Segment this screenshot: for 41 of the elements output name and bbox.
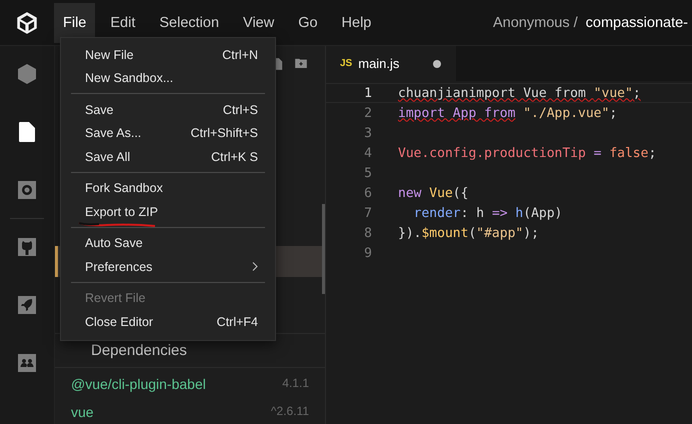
menu-option[interactable]: New File Ctrl+N bbox=[61, 43, 275, 66]
line-number: 3 bbox=[363, 126, 373, 140]
dependency-version: ^2.6.11 bbox=[270, 404, 309, 420]
menu-option[interactable]: Fork Sandbox bbox=[61, 176, 275, 200]
menu-option[interactable]: Close Editor Ctrl+F4 bbox=[61, 310, 275, 334]
line-number: 1 bbox=[363, 86, 373, 100]
new-folder-icon[interactable] bbox=[295, 58, 307, 68]
rocket-icon[interactable] bbox=[15, 293, 39, 317]
github-icon[interactable] bbox=[15, 235, 39, 259]
people-icon[interactable] bbox=[15, 351, 39, 375]
code-line: new Vue({ bbox=[398, 186, 468, 200]
cube-icon[interactable] bbox=[15, 62, 39, 86]
line-number: 2 bbox=[363, 106, 373, 120]
dependency-version: 4.1.1 bbox=[282, 376, 309, 392]
sandbox-name: compassionate- bbox=[586, 14, 688, 30]
editor-tab[interactable]: JS main.js bbox=[326, 46, 456, 81]
owner-name: Anonymous / bbox=[493, 14, 578, 30]
line-number: 7 bbox=[363, 206, 373, 220]
code-line: chuanjianimport Vue from "vue"; bbox=[398, 86, 641, 100]
menu-option[interactable]: Auto Save bbox=[61, 232, 275, 255]
dependency-name[interactable]: vue bbox=[71, 404, 94, 420]
code-line: import App from "./App.vue"; bbox=[398, 106, 618, 120]
code-line: }).$mount("#app"); bbox=[398, 226, 539, 240]
menu-item[interactable]: Go bbox=[289, 2, 327, 42]
menu-option[interactable]: Export to ZIP bbox=[61, 200, 275, 224]
menu-option[interactable]: New Sandbox... bbox=[61, 66, 275, 90]
scrollbar[interactable] bbox=[322, 204, 325, 294]
line-number: 6 bbox=[363, 186, 373, 200]
line-number: 5 bbox=[363, 166, 373, 180]
line-number: 8 bbox=[363, 226, 373, 240]
code-line: render: h => h(App) bbox=[412, 206, 562, 220]
menu-option[interactable]: Save All Ctrl+K S bbox=[61, 145, 275, 168]
menu-option[interactable]: Preferences bbox=[61, 255, 275, 278]
menu-option[interactable]: Save As... Ctrl+Shift+S bbox=[61, 122, 275, 145]
section-title[interactable]: Dependencies bbox=[91, 342, 187, 360]
code-line: Vue.config.productionTip = false; bbox=[398, 146, 656, 160]
line-number: 4 bbox=[363, 146, 373, 160]
line-number: 9 bbox=[363, 246, 373, 260]
menu-item[interactable]: Help bbox=[332, 2, 380, 42]
menu-option[interactable]: Save Ctrl+S bbox=[61, 98, 275, 122]
dependency-name[interactable]: @vue/cli-plugin-babel bbox=[71, 376, 206, 392]
